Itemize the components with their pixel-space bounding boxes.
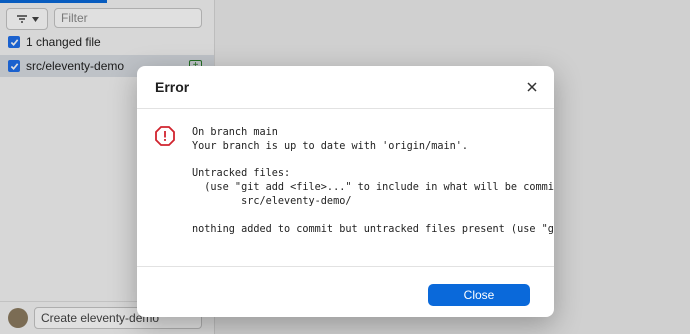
error-octagon-icon — [155, 126, 175, 146]
dialog-body: On branch main Your branch is up to date… — [137, 109, 554, 267]
error-dialog: Error On branch main Your branch is up t… — [137, 66, 554, 317]
dialog-header: Error — [137, 66, 554, 109]
error-message: On branch main Your branch is up to date… — [192, 127, 554, 235]
close-button[interactable]: Close — [428, 284, 530, 306]
close-icon[interactable] — [522, 77, 542, 97]
dialog-title: Error — [155, 79, 190, 95]
